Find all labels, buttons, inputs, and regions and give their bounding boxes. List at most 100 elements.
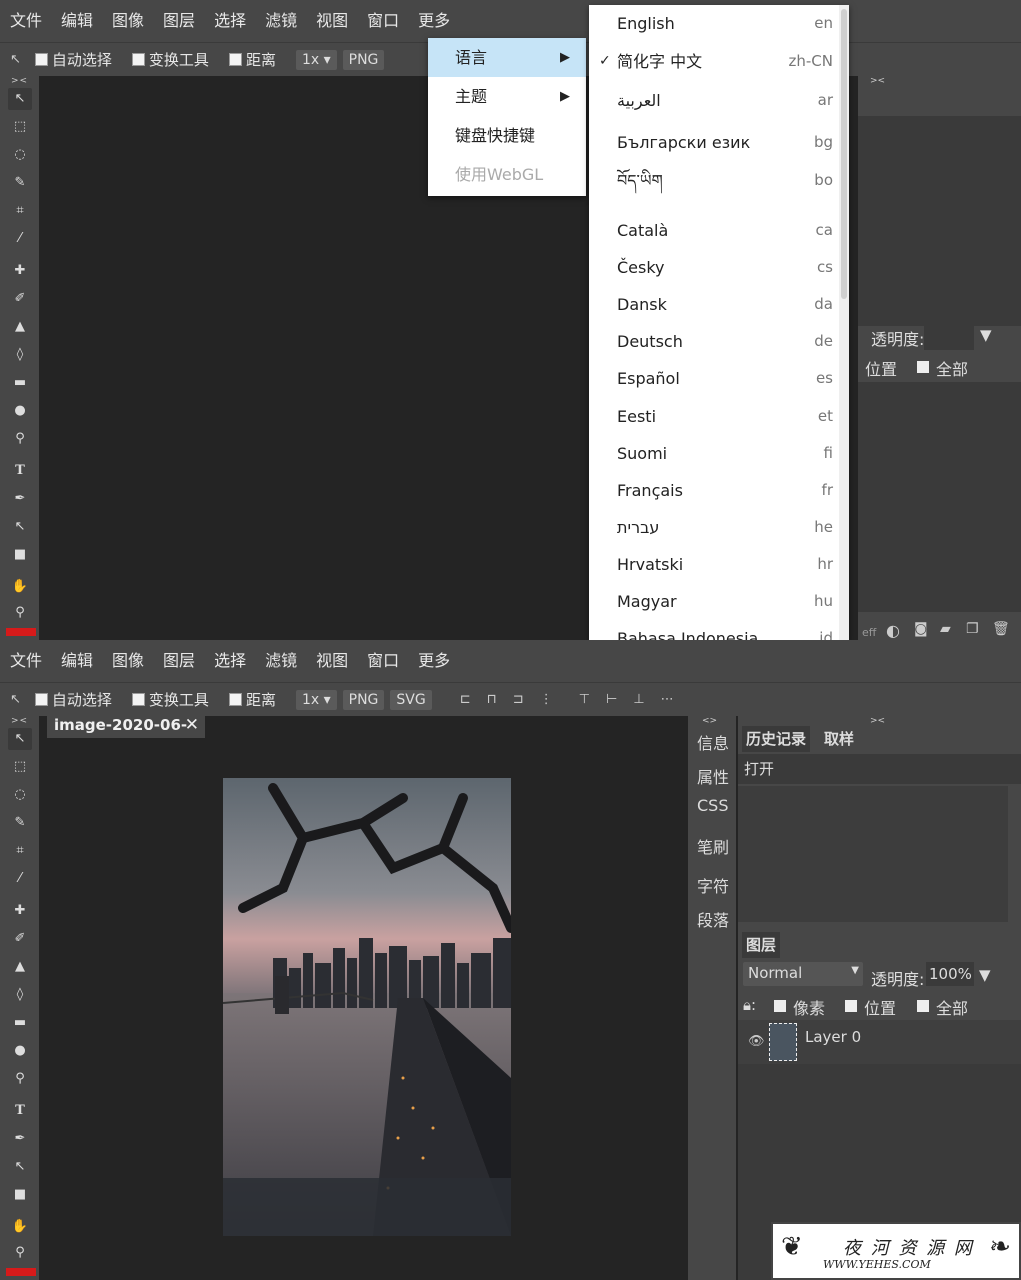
menu-file[interactable]: 文件 bbox=[0, 640, 51, 682]
menu-filter[interactable]: 滤镜 bbox=[255, 640, 306, 682]
language-scrollbar[interactable] bbox=[839, 5, 849, 640]
language-item-selected[interactable]: ✓ 简化字 中文 zh-CN bbox=[589, 43, 849, 80]
language-item[interactable]: Eesti et bbox=[589, 398, 849, 435]
collapse-arrows-icon[interactable]: >< bbox=[870, 76, 885, 86]
menu-edit[interactable]: 编辑 bbox=[51, 640, 102, 682]
tab-info[interactable]: 信息 bbox=[697, 730, 729, 754]
eyedropper-tool-icon[interactable]: ⁄ bbox=[8, 228, 32, 250]
hand-tool-icon[interactable]: ✋ bbox=[8, 1216, 32, 1238]
opacity-dropdown-icon[interactable]: ▼ bbox=[980, 326, 992, 344]
distribute-vertical-icon[interactable]: ⋯ bbox=[661, 692, 674, 707]
auto-select-checkbox[interactable]: 自动选择 bbox=[34, 49, 112, 70]
document-tab[interactable]: image-2020-06- ✕ bbox=[47, 712, 205, 738]
marquee-tool-icon[interactable]: ⬚ bbox=[8, 756, 32, 778]
quick-select-tool-icon[interactable]: ✎ bbox=[8, 172, 32, 194]
scrollbar-thumb[interactable] bbox=[841, 9, 847, 299]
png-button[interactable]: PNG bbox=[342, 49, 385, 70]
lock-all-checkbox[interactable] bbox=[917, 1000, 929, 1012]
align-middle-icon[interactable]: ⊢ bbox=[606, 692, 617, 707]
lock-position-checkbox[interactable] bbox=[845, 1000, 857, 1012]
hand-tool-icon[interactable]: ✋ bbox=[8, 576, 32, 598]
lock-all-checkbox[interactable] bbox=[917, 361, 929, 373]
menu-window[interactable]: 窗口 bbox=[357, 640, 408, 682]
collapse-arrows-icon[interactable]: <> bbox=[702, 716, 717, 726]
menu-more[interactable]: 更多 bbox=[408, 640, 459, 682]
language-item[interactable]: Français fr bbox=[589, 472, 849, 509]
close-icon[interactable]: ✕ bbox=[185, 712, 199, 738]
zoom-tool-icon[interactable]: ⚲ bbox=[8, 1242, 32, 1264]
stamp-tool-icon[interactable]: ▲ bbox=[8, 956, 32, 978]
auto-select-checkbox[interactable]: 自动选择 bbox=[34, 689, 112, 710]
menu-layer[interactable]: 图层 bbox=[153, 640, 204, 682]
align-top-icon[interactable]: ⊤ bbox=[579, 692, 590, 707]
document-image[interactable] bbox=[223, 778, 511, 1236]
zoom-tool-icon[interactable]: ⚲ bbox=[8, 602, 32, 624]
dodge-tool-icon[interactable]: ⚲ bbox=[8, 1068, 32, 1090]
foreground-color-swatch[interactable] bbox=[6, 628, 36, 636]
eyedropper-tool-icon[interactable]: ⁄ bbox=[8, 868, 32, 890]
menu-view[interactable]: 视图 bbox=[306, 0, 357, 42]
mask-icon[interactable]: ◐ bbox=[886, 621, 900, 640]
language-item[interactable]: Česky cs bbox=[589, 249, 849, 286]
eraser-tool-icon[interactable]: ◊ bbox=[8, 344, 32, 366]
move-tool-icon[interactable]: ↖ bbox=[8, 88, 32, 110]
opacity-input[interactable]: 100% bbox=[926, 962, 974, 986]
pen-tool-icon[interactable]: ✒ bbox=[8, 1128, 32, 1150]
language-item[interactable]: Български език bg bbox=[589, 124, 849, 161]
distance-checkbox[interactable]: 距离 bbox=[228, 689, 276, 710]
eye-icon[interactable]: 👁︎ bbox=[748, 1034, 765, 1049]
scale-select[interactable]: 1x ▾ bbox=[295, 49, 337, 70]
menu-edit[interactable]: 编辑 bbox=[51, 0, 102, 42]
path-select-tool-icon[interactable]: ↖ bbox=[8, 516, 32, 538]
menu-select[interactable]: 选择 bbox=[204, 640, 255, 682]
shape-tool-icon[interactable]: ■ bbox=[8, 544, 32, 566]
gradient-tool-icon[interactable]: ▬ bbox=[8, 1012, 32, 1034]
text-tool-icon[interactable]: T bbox=[8, 1100, 32, 1122]
menu-image[interactable]: 图像 bbox=[102, 640, 153, 682]
brush-tool-icon[interactable]: ✐ bbox=[8, 928, 32, 950]
lasso-tool-icon[interactable]: ◌ bbox=[8, 144, 32, 166]
collapse-arrows-icon[interactable]: >< bbox=[0, 716, 39, 726]
path-select-tool-icon[interactable]: ↖ bbox=[8, 1156, 32, 1178]
shape-tool-icon[interactable]: ■ bbox=[8, 1184, 32, 1206]
lock-pixels-checkbox[interactable] bbox=[774, 1000, 786, 1012]
language-item[interactable]: Català ca bbox=[589, 212, 849, 249]
menu-view[interactable]: 视图 bbox=[306, 640, 357, 682]
opacity-dropdown-icon[interactable]: ▼ bbox=[979, 966, 991, 984]
effects-label[interactable]: eff bbox=[862, 626, 876, 639]
align-center-icon[interactable]: ⊓ bbox=[487, 692, 497, 707]
menu-more[interactable]: 更多 bbox=[408, 0, 459, 42]
new-layer-icon[interactable]: ❐ bbox=[966, 621, 979, 637]
language-item[interactable]: עברית he bbox=[589, 509, 849, 546]
quick-select-tool-icon[interactable]: ✎ bbox=[8, 812, 32, 834]
menu-filter[interactable]: 滤镜 bbox=[255, 0, 306, 42]
dodge-tool-icon[interactable]: ⚲ bbox=[8, 428, 32, 450]
language-item[interactable]: Hrvatski hr bbox=[589, 546, 849, 583]
folder-icon[interactable]: ▰ bbox=[940, 621, 951, 637]
blur-tool-icon[interactable]: ● bbox=[8, 1040, 32, 1062]
scale-select[interactable]: 1x ▾ bbox=[295, 689, 337, 710]
tab-css[interactable]: CSS bbox=[697, 796, 728, 815]
menu-image[interactable]: 图像 bbox=[102, 0, 153, 42]
text-tool-icon[interactable]: T bbox=[8, 460, 32, 482]
tab-properties[interactable]: 属性 bbox=[697, 764, 729, 788]
crop-tool-icon[interactable]: ⌗ bbox=[8, 840, 32, 862]
menu-file[interactable]: 文件 bbox=[0, 0, 51, 42]
tab-history[interactable]: 历史记录 bbox=[742, 726, 811, 752]
align-bottom-icon[interactable]: ⊥ bbox=[633, 692, 644, 707]
collapse-arrows-icon[interactable]: >< bbox=[0, 76, 39, 86]
align-right-icon[interactable]: ⊐ bbox=[513, 692, 524, 707]
tab-sample[interactable]: 取样 bbox=[820, 726, 858, 752]
crop-tool-icon[interactable]: ⌗ bbox=[8, 200, 32, 222]
lasso-tool-icon[interactable]: ◌ bbox=[8, 784, 32, 806]
stamp-tool-icon[interactable]: ▲ bbox=[8, 316, 32, 338]
eraser-tool-icon[interactable]: ◊ bbox=[8, 984, 32, 1006]
healing-tool-icon[interactable]: ✚ bbox=[8, 900, 32, 922]
camera-icon[interactable]: ◙ bbox=[914, 621, 928, 637]
distribute-icon[interactable]: ⋮ bbox=[540, 692, 553, 707]
language-item[interactable]: Bahasa Indonesia id bbox=[589, 620, 849, 640]
blur-tool-icon[interactable]: ● bbox=[8, 400, 32, 422]
language-item[interactable]: Español es bbox=[589, 360, 849, 397]
menu-item-language[interactable]: 语言 ▶ bbox=[428, 38, 586, 77]
brush-tool-icon[interactable]: ✐ bbox=[8, 288, 32, 310]
